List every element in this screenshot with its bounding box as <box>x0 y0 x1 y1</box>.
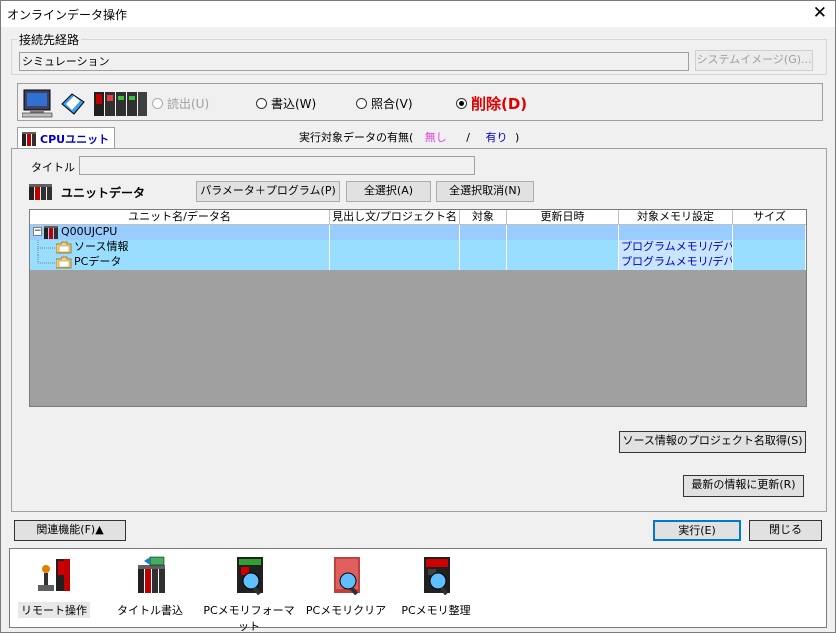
radio-write[interactable]: 書込(W) <box>256 95 316 112</box>
unit-data-table: ユニット名/データ名 見出し文/プロジェクト名 対象 更新日時 対象メモリ設定 … <box>29 209 807 407</box>
column-memory[interactable]: 対象メモリ設定 <box>619 210 733 225</box>
radio-read[interactable]: 読出(U) <box>152 95 209 112</box>
cpu-unit-icon <box>22 131 36 146</box>
title-write-icon <box>138 556 165 593</box>
target-data-info: 実行対象データの有無( 無し / 有り ) <box>299 129 519 145</box>
target-info-exists: 有り <box>485 131 508 144</box>
table-row[interactable]: ソース情報 プログラムメモリ/デバ... <box>30 240 806 255</box>
pc-memory-clear-icon <box>334 557 360 596</box>
row-memory[interactable]: プログラムメモリ/デバ... <box>619 240 733 255</box>
unit-data-label: ユニットデータ <box>61 186 146 200</box>
row-heading <box>330 240 460 255</box>
radio-delete-dot <box>456 98 467 109</box>
pc-memory-organize-tool[interactable]: PCメモリ整理 <box>394 555 478 618</box>
row-heading <box>330 225 460 240</box>
title-label: タイトル <box>31 161 75 174</box>
row-name-cell: PCデータ <box>30 255 330 270</box>
row-name: ソース情報 <box>74 240 129 253</box>
pc-memory-clear-tool[interactable]: PCメモリクリア <box>304 555 388 618</box>
pc-to-plc-icon <box>22 89 147 118</box>
row-size <box>733 225 806 240</box>
column-target[interactable]: 対象 <box>460 210 507 225</box>
window-title: オンラインデータ操作 <box>7 8 128 22</box>
remote-operation-label: リモート操作 <box>18 602 90 618</box>
row-memory[interactable]: プログラムメモリ/デバ... <box>619 255 733 270</box>
tab-cpu-unit-label: CPUユニット <box>40 132 110 146</box>
row-name-cell: ソース情報 <box>30 240 330 255</box>
operation-bar: 読出(U) 書込(W) 照合(V) 削除(D) <box>17 83 823 121</box>
system-image-button[interactable]: システムイメージ(G)... <box>695 50 813 71</box>
connection-legend: 接続先経路 <box>17 31 82 48</box>
row-updated <box>507 240 619 255</box>
parameter-program-button[interactable]: パラメータ＋プログラム(P) <box>196 181 340 202</box>
row-heading <box>330 255 460 270</box>
cpu-unit-icon <box>44 226 58 239</box>
target-info-prefix: 実行対象データの有無( <box>299 131 414 144</box>
remote-operation-tool[interactable]: リモート操作 <box>18 555 90 618</box>
row-target <box>460 225 507 240</box>
connection-path-field: シミュレーション <box>19 52 689 71</box>
row-size <box>733 255 806 270</box>
radio-read-dot <box>152 98 163 109</box>
title-input <box>79 156 475 175</box>
radio-write-label: 書込(W) <box>271 97 317 111</box>
related-tools-panel: リモート操作 タイトル書込 PCメモリフォーマット PCメモリクリア PCメモリ… <box>9 548 827 633</box>
execute-button[interactable]: 実行(E) <box>653 520 741 541</box>
row-size <box>733 240 806 255</box>
row-updated <box>507 225 619 240</box>
title-write-tool[interactable]: タイトル書込 <box>114 555 186 618</box>
remote-operation-icon <box>38 559 70 591</box>
pc-memory-clear-label: PCメモリクリア <box>305 604 387 617</box>
close-icon[interactable]: ✕ <box>813 3 827 23</box>
pc-memory-format-label: PCメモリフォーマット <box>203 604 295 633</box>
folder-icon <box>56 241 72 254</box>
title-write-label: タイトル書込 <box>117 604 183 617</box>
unit-data-icon <box>29 184 52 200</box>
table-row[interactable]: − Q00UJCPU <box>30 225 806 240</box>
column-updated[interactable]: 更新日時 <box>507 210 619 225</box>
pc-memory-organize-label: PCメモリ整理 <box>401 604 471 617</box>
folder-icon <box>56 256 72 269</box>
row-updated <box>507 255 619 270</box>
row-target <box>460 255 507 270</box>
select-all-button[interactable]: 全選択(A) <box>346 181 431 202</box>
column-unit-name[interactable]: ユニット名/データ名 <box>30 210 330 225</box>
row-target <box>460 240 507 255</box>
row-name: PCデータ <box>74 255 122 268</box>
pc-memory-format-tool[interactable]: PCメモリフォーマット <box>198 555 300 633</box>
row-name: Q00UJCPU <box>61 225 118 238</box>
row-name-cell: − Q00UJCPU <box>30 225 330 240</box>
target-info-sep: / <box>466 131 471 144</box>
radio-write-dot <box>256 98 267 109</box>
radio-verify-label: 照合(V) <box>371 97 413 111</box>
radio-verify-dot <box>356 98 367 109</box>
close-button[interactable]: 閉じる <box>749 520 822 541</box>
related-functions-button[interactable]: 関連機能(F)▲ <box>14 520 126 541</box>
get-source-project-name-button[interactable]: ソース情報のプロジェクト名取得(S) <box>619 431 806 453</box>
refresh-button[interactable]: 最新の情報に更新(R) <box>683 475 804 497</box>
table-row[interactable]: PCデータ プログラムメモリ/デバ... <box>30 255 806 270</box>
collapse-toggle[interactable]: − <box>33 227 42 236</box>
radio-verify[interactable]: 照合(V) <box>356 95 413 112</box>
target-info-none: 無し <box>424 131 447 144</box>
radio-delete-label: 削除(D) <box>471 95 528 113</box>
pc-memory-format-icon <box>237 557 263 596</box>
title-bar: オンラインデータ操作 ✕ <box>1 1 835 27</box>
online-data-operation-window: オンラインデータ操作 ✕ 接続先経路 シミュレーション システムイメージ(G).… <box>0 0 836 633</box>
table-header: ユニット名/データ名 見出し文/プロジェクト名 対象 更新日時 対象メモリ設定 … <box>30 210 806 225</box>
column-size[interactable]: サイズ <box>733 210 806 225</box>
pc-memory-organize-icon <box>424 557 450 596</box>
deselect-all-button[interactable]: 全選択取消(N) <box>436 181 534 202</box>
row-memory <box>619 225 733 240</box>
target-info-suffix: ) <box>515 131 520 144</box>
radio-delete[interactable]: 削除(D) <box>456 93 527 114</box>
radio-read-label: 読出(U) <box>167 97 210 111</box>
column-heading[interactable]: 見出し文/プロジェクト名 <box>330 210 460 225</box>
tab-cpu-unit[interactable]: CPUユニット <box>17 127 115 149</box>
